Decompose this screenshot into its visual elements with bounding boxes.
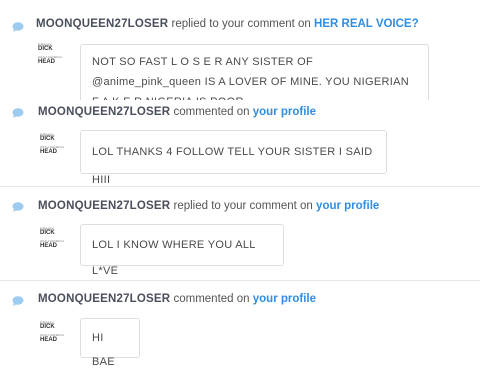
avatar-text: DICK: [40, 324, 55, 330]
avatar-text: DICK: [40, 136, 55, 142]
comment-text: HI BAE: [80, 318, 140, 368]
notification-action: commented on: [173, 106, 250, 118]
speech-bubble-icon: [12, 22, 24, 32]
avatar[interactable]: ERMAY DICK WAS A GENERAL HEAD: [34, 130, 74, 160]
notification-action: replied to your comment on: [173, 200, 313, 212]
comment-text: LOL I KNOW WHERE YOU ALL L*VE: [80, 224, 284, 277]
avatar-text: DICK: [38, 46, 53, 52]
target-link[interactable]: your profile: [253, 106, 316, 118]
avatar[interactable]: ERMAY DICK WAS A GENERAL HEAD: [34, 318, 74, 348]
divider: [0, 186, 480, 187]
divider: [0, 280, 480, 281]
notification-action: commented on: [173, 293, 250, 305]
speech-bubble-icon: [12, 296, 24, 306]
target-link[interactable]: HER REAL VOICE?: [314, 18, 419, 30]
username-link[interactable]: MOONQUEEN27LOSER: [38, 200, 170, 212]
comment-text: LOL THANKS 4 FOLLOW TELL YOUR SISTER I S…: [80, 130, 387, 186]
speech-bubble-icon: [12, 202, 24, 212]
username-link[interactable]: MOONQUEEN27LOSER: [38, 293, 170, 305]
avatar[interactable]: ERMAY DICK WAS A GENERAL HEAD: [32, 40, 72, 70]
avatar-text: HEAD: [40, 149, 58, 155]
notification-header: MOONQUEEN27LOSER replied to your comment…: [38, 199, 379, 213]
username-link[interactable]: MOONQUEEN27LOSER: [36, 18, 168, 30]
target-link[interactable]: your profile: [316, 200, 379, 212]
avatar-text: HEAD: [40, 337, 58, 343]
comment-text: NOT SO FAST L O S E R ANY SISTER OF @ani…: [80, 44, 429, 100]
speech-bubble-icon: [12, 108, 24, 118]
notification-header: MOONQUEEN27LOSER commented on your profi…: [38, 292, 316, 306]
avatar[interactable]: ERMAY DICK WAS A GENERAL HEAD: [34, 224, 74, 254]
avatar-text: DICK: [40, 230, 55, 236]
target-link[interactable]: your profile: [253, 293, 316, 305]
username-link[interactable]: MOONQUEEN27LOSER: [38, 106, 170, 118]
notification-action: replied to your comment on: [171, 18, 311, 30]
notification-feed: MOONQUEEN27LOSER replied to your comment…: [0, 0, 480, 368]
avatar-text: HEAD: [38, 59, 56, 65]
notification-header: MOONQUEEN27LOSER commented on your profi…: [38, 105, 316, 119]
notification-header: MOONQUEEN27LOSER replied to your comment…: [36, 17, 419, 31]
avatar-text: HEAD: [40, 243, 58, 249]
